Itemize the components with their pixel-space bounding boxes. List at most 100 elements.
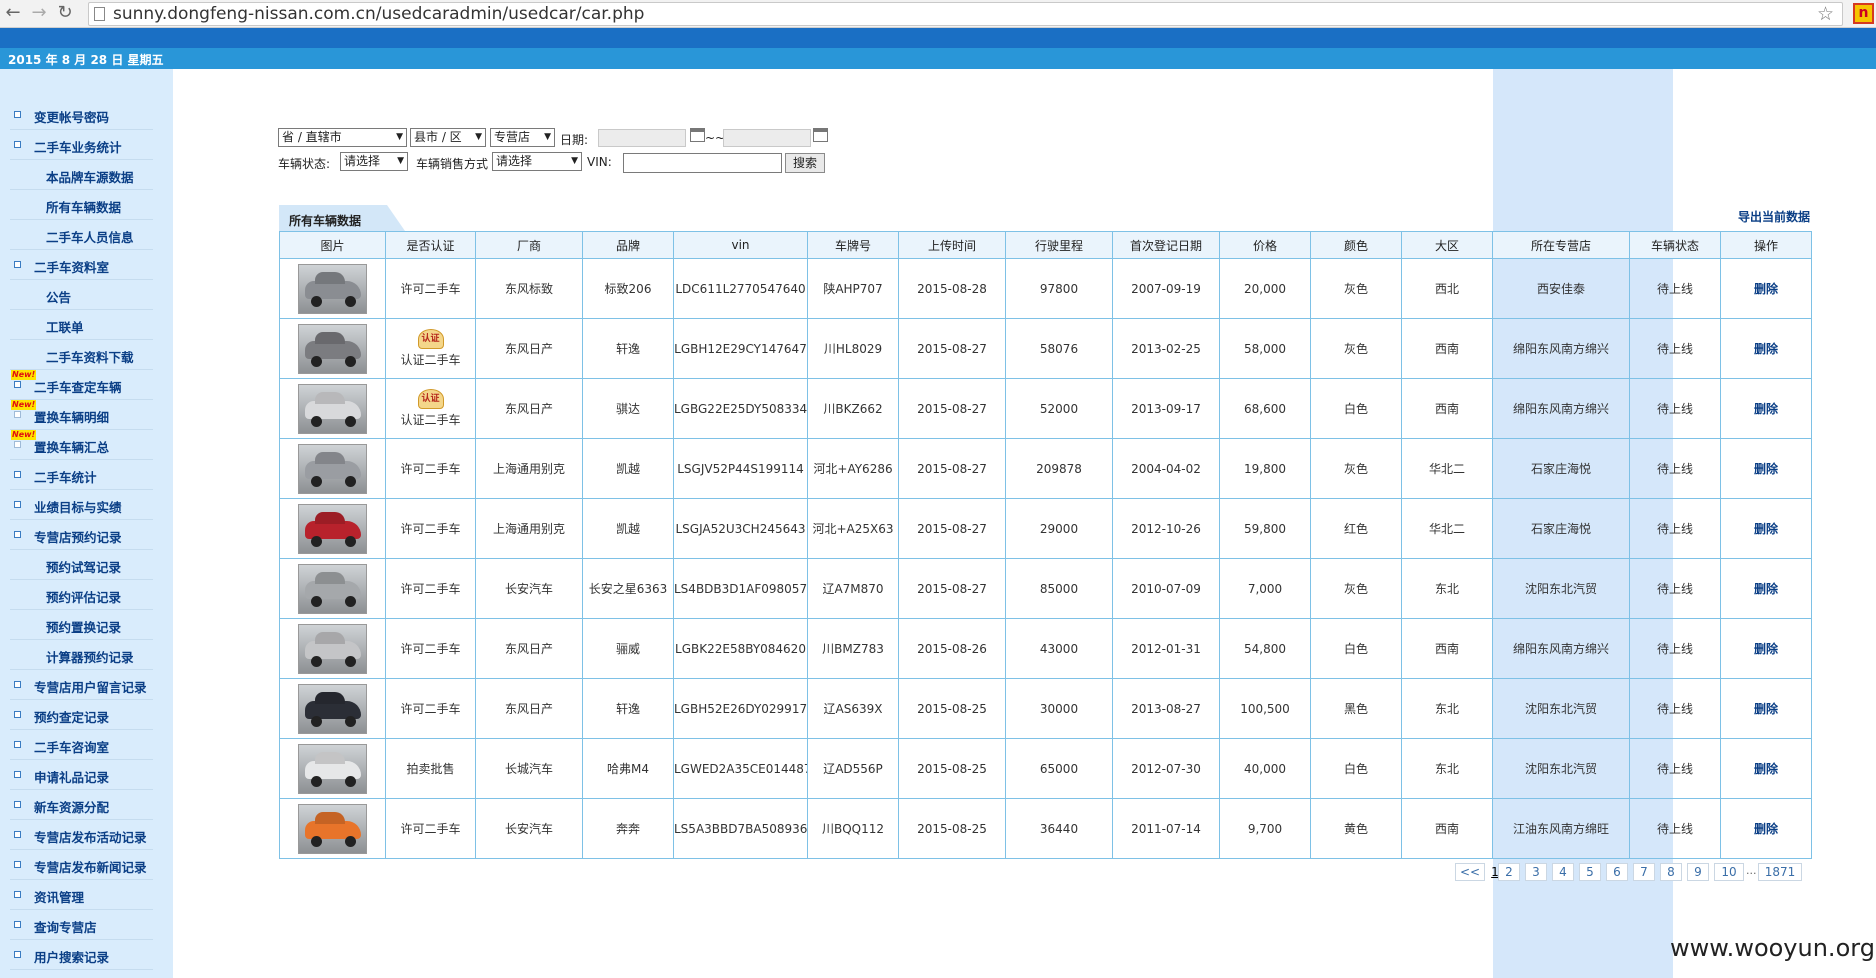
- page-link[interactable]: 4: [1552, 863, 1574, 881]
- column-header: 行驶里程: [1005, 231, 1113, 259]
- sidebar-item[interactable]: 二手车统计: [10, 460, 153, 490]
- delete-link[interactable]: 删除: [1754, 822, 1778, 836]
- calendar-icon[interactable]: [690, 128, 705, 142]
- page-link[interactable]: 6: [1606, 863, 1628, 881]
- sidebar-item[interactable]: 专营店发布新闻记录: [10, 850, 153, 880]
- sidebar-item[interactable]: 用户搜索记录: [10, 940, 153, 970]
- car-thumbnail[interactable]: [298, 323, 367, 374]
- sidebar-item[interactable]: 预约置换记录: [10, 610, 153, 640]
- reload-icon[interactable]: ↻: [54, 2, 76, 24]
- cert-text: 许可二手车: [400, 822, 461, 836]
- last-page-link[interactable]: 1871: [1758, 863, 1802, 881]
- car-thumbnail[interactable]: [298, 683, 367, 734]
- sidebar-item[interactable]: 所有车辆数据: [10, 190, 153, 220]
- page-link[interactable]: 7: [1633, 863, 1655, 881]
- sidebar-item[interactable]: 预约查定记录: [10, 700, 153, 730]
- status-cell: 待上线: [1629, 258, 1721, 319]
- sidebar-item[interactable]: 本品牌车源数据: [10, 160, 153, 190]
- vehicle-status-select[interactable]: 请选择 ▼: [340, 152, 408, 171]
- sidebar-item[interactable]: 资讯管理: [10, 880, 153, 910]
- delete-link[interactable]: 删除: [1754, 342, 1778, 356]
- car-thumbnail[interactable]: [298, 443, 367, 494]
- page-link[interactable]: 2: [1498, 863, 1520, 881]
- sidebar-item[interactable]: 二手车查定车辆 New!: [10, 370, 153, 400]
- expand-square-icon: [14, 381, 21, 388]
- sidebar-item[interactable]: 专营店预约记录: [10, 520, 153, 550]
- sidebar-item[interactable]: 工联单: [10, 310, 153, 340]
- page-link[interactable]: 5: [1579, 863, 1601, 881]
- column-header: 所在专营店: [1492, 231, 1630, 259]
- page-link[interactable]: 9: [1687, 863, 1709, 881]
- delete-link[interactable]: 删除: [1754, 522, 1778, 536]
- sidebar-item[interactable]: 专营店用户留言记录: [10, 670, 153, 700]
- store-select[interactable]: 专营店 ▼: [490, 128, 555, 147]
- sidebar-item-label: 二手车咨询室: [34, 740, 110, 755]
- sidebar-item[interactable]: 变更帐号密码: [10, 100, 153, 130]
- calendar-icon[interactable]: [813, 128, 828, 142]
- sidebar-item[interactable]: 新车资源分配: [10, 790, 153, 820]
- status-cell: 待上线: [1629, 738, 1721, 799]
- sidebar-item[interactable]: 二手车资料室: [10, 250, 153, 280]
- sidebar-item[interactable]: 公告: [10, 280, 153, 310]
- page-link[interactable]: 3: [1525, 863, 1547, 881]
- sidebar-item-label: 申请礼品记录: [34, 770, 110, 785]
- plate-cell: 河北+AY6286: [807, 438, 899, 499]
- sidebar-item[interactable]: 置换车辆明细 New!: [10, 400, 153, 430]
- sidebar-item-label: 专营店预约记录: [34, 530, 122, 545]
- address-url[interactable]: sunny.dongfeng-nissan.com.cn/usedcaradmi…: [113, 4, 644, 24]
- upload-cell: 2015-08-27: [898, 378, 1006, 439]
- delete-link[interactable]: 删除: [1754, 282, 1778, 296]
- province-select[interactable]: 省 / 直辖市 ▼: [278, 128, 407, 147]
- page-link[interactable]: 8: [1660, 863, 1682, 881]
- sidebar-item[interactable]: 业绩目标与实绩: [10, 490, 153, 520]
- delete-link[interactable]: 删除: [1754, 462, 1778, 476]
- car-thumbnail[interactable]: [298, 503, 367, 554]
- car-thumbnail[interactable]: [298, 263, 367, 314]
- vin-input[interactable]: [623, 153, 782, 173]
- sale-method-select[interactable]: 请选择 ▼: [492, 152, 582, 171]
- page-link[interactable]: 10: [1714, 863, 1744, 881]
- address-bar[interactable]: sunny.dongfeng-nissan.com.cn/usedcaradmi…: [88, 2, 1843, 26]
- plate-cell: 辽AS639X: [807, 678, 899, 739]
- expand-square-icon: [14, 141, 21, 148]
- bookmark-star-icon[interactable]: ☆: [1817, 3, 1834, 25]
- sidebar-item[interactable]: 申请礼品记录: [10, 760, 153, 790]
- car-thumbnail[interactable]: [298, 563, 367, 614]
- sidebar-item[interactable]: 置换车辆汇总 New!: [10, 430, 153, 460]
- date-end-input[interactable]: [723, 129, 811, 147]
- back-arrow-icon[interactable]: ←: [2, 2, 24, 24]
- search-button[interactable]: 搜索: [785, 153, 825, 173]
- car-thumbnail[interactable]: [298, 383, 367, 434]
- sidebar-item[interactable]: 计算器预约记录: [10, 640, 153, 670]
- sidebar-item[interactable]: 二手车资料下载: [10, 340, 153, 370]
- sidebar-item[interactable]: 二手车人员信息: [10, 220, 153, 250]
- car-thumbnail[interactable]: [298, 803, 367, 854]
- sidebar-item[interactable]: 查询专营店: [10, 910, 153, 940]
- forward-arrow-icon[interactable]: →: [28, 2, 50, 24]
- vin-cell: LSGJA52U3CH245643: [673, 498, 808, 559]
- sidebar-item[interactable]: 专营店发布活动记录: [10, 820, 153, 850]
- delete-link[interactable]: 删除: [1754, 642, 1778, 656]
- sidebar-item[interactable]: 二手车业务统计: [10, 130, 153, 160]
- date-start-input[interactable]: [598, 129, 686, 147]
- export-data-link[interactable]: 导出当前数据: [1738, 208, 1810, 225]
- prev-page-button[interactable]: <<: [1455, 863, 1485, 881]
- delete-link[interactable]: 删除: [1754, 702, 1778, 716]
- sidebar-item-label: 新车资源分配: [34, 800, 110, 815]
- delete-link[interactable]: 删除: [1754, 402, 1778, 416]
- sidebar-item-label: 用户搜索记录: [34, 950, 110, 965]
- cert-cell: 许可二手车: [385, 798, 476, 859]
- delete-link[interactable]: 删除: [1754, 762, 1778, 776]
- sidebar-item[interactable]: 预约试驾记录: [10, 550, 153, 580]
- store-cell: 沈阳东北汽贸: [1492, 558, 1630, 619]
- car-thumbnail[interactable]: [298, 743, 367, 794]
- city-select[interactable]: 县市 / 区 ▼: [410, 128, 486, 147]
- car-thumbnail[interactable]: [298, 623, 367, 674]
- maker-cell: 长安汽车: [475, 798, 583, 859]
- store-cell: 绵阳东风南方绵兴: [1492, 318, 1630, 379]
- maker-cell: 上海通用别克: [475, 438, 583, 499]
- sidebar-item[interactable]: 二手车咨询室: [10, 730, 153, 760]
- delete-link[interactable]: 删除: [1754, 582, 1778, 596]
- extension-icon[interactable]: n: [1853, 3, 1874, 24]
- sidebar-item[interactable]: 预约评估记录: [10, 580, 153, 610]
